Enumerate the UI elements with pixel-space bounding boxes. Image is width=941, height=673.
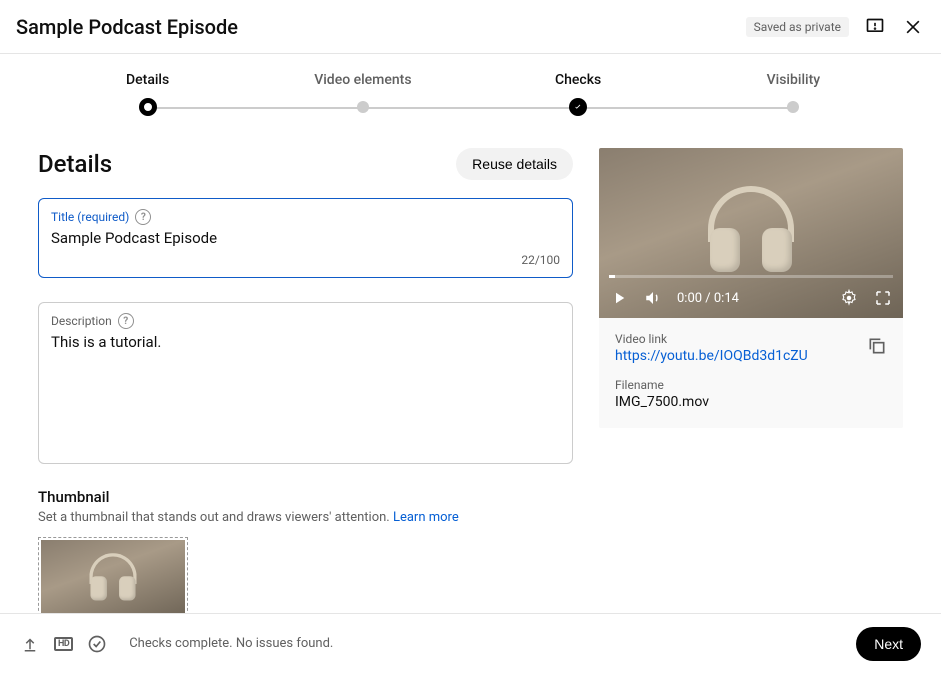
video-link[interactable]: https://youtu.be/IOQBd3d1cZU	[615, 348, 887, 364]
check-circle-icon	[87, 634, 107, 654]
thumbnail-subtitle: Set a thumbnail that stands out and draw…	[38, 510, 573, 525]
fullscreen-icon[interactable]	[873, 288, 893, 308]
title-input[interactable]	[51, 229, 560, 247]
description-field[interactable]: Description ?	[38, 302, 573, 464]
settings-icon[interactable]	[839, 288, 859, 308]
headphone-icon	[83, 549, 144, 610]
progress-stepper: Details Video elements Checks Visibility	[0, 54, 941, 142]
title-field[interactable]: Title (required) ? 22/100	[38, 198, 573, 278]
video-preview-card: 0:00 / 0:14 Video link https://youtu.be/…	[599, 148, 903, 428]
filename-value: IMG_7500.mov	[615, 394, 887, 410]
step-visibility[interactable]: Visibility	[686, 72, 901, 116]
reuse-details-button[interactable]: Reuse details	[456, 148, 573, 180]
saved-status-badge: Saved as private	[746, 17, 849, 37]
header-actions: Saved as private	[746, 15, 925, 39]
next-button[interactable]: Next	[856, 627, 921, 661]
step-video-elements[interactable]: Video elements	[255, 72, 470, 116]
feedback-icon[interactable]	[863, 15, 887, 39]
title-counter: 22/100	[51, 253, 560, 267]
step-details[interactable]: Details	[40, 72, 255, 116]
time-display: 0:00 / 0:14	[677, 291, 739, 306]
play-icon[interactable]	[609, 288, 629, 308]
dialog-header: Sample Podcast Episode Saved as private	[0, 0, 941, 54]
help-icon[interactable]: ?	[135, 209, 151, 225]
step-checks[interactable]: Checks	[471, 72, 686, 116]
help-icon[interactable]: ?	[118, 313, 134, 329]
footer-status: Checks complete. No issues found.	[129, 636, 333, 651]
video-link-label: Video link	[615, 332, 887, 346]
learn-more-link[interactable]: Learn more	[393, 510, 459, 525]
close-icon[interactable]	[901, 15, 925, 39]
description-input[interactable]	[51, 333, 560, 423]
thumbnail-section: Thumbnail Set a thumbnail that stands ou…	[38, 488, 573, 629]
hd-badge: HD	[54, 637, 73, 651]
volume-icon[interactable]	[643, 288, 663, 308]
copy-icon[interactable]	[867, 336, 887, 360]
dialog-footer: HD Checks complete. No issues found. Nex…	[0, 613, 941, 673]
page-title: Sample Podcast Episode	[16, 15, 238, 39]
video-player[interactable]: 0:00 / 0:14	[599, 148, 903, 318]
headphone-icon	[696, 178, 806, 288]
thumbnail-title: Thumbnail	[38, 488, 573, 506]
details-column: Details Reuse details Title (required) ?…	[38, 148, 573, 629]
preview-column: 0:00 / 0:14 Video link https://youtu.be/…	[599, 148, 903, 629]
thumbnail-option[interactable]	[38, 537, 188, 621]
section-title: Details	[38, 150, 112, 178]
upload-icon	[20, 634, 40, 654]
description-label: Description	[51, 314, 112, 328]
dialog-body: Details Reuse details Title (required) ?…	[0, 142, 941, 629]
filename-label: Filename	[615, 378, 887, 392]
title-label: Title (required)	[51, 210, 129, 224]
